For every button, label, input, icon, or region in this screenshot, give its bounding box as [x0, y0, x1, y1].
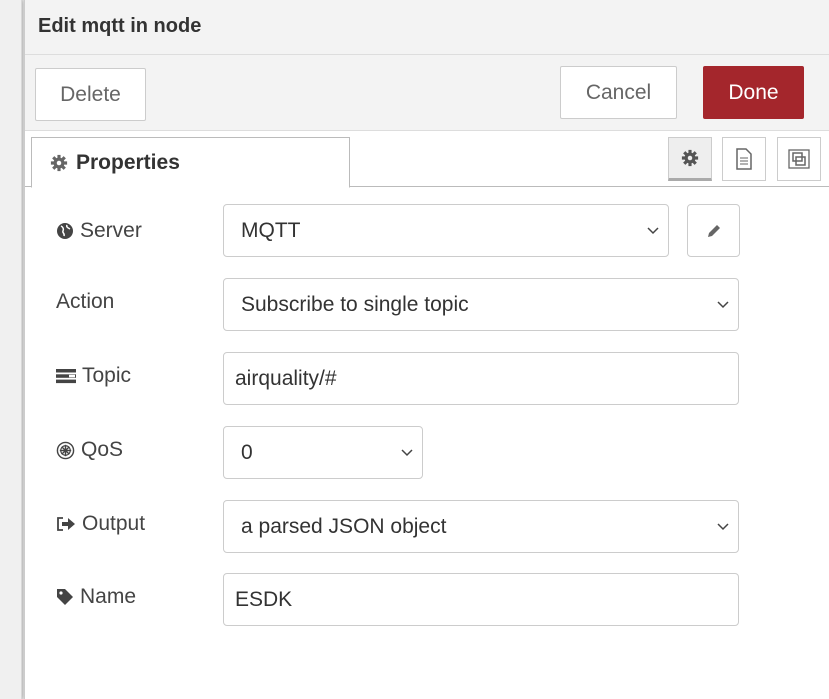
input-value: airquality/#: [235, 366, 337, 390]
qos-select[interactable]: 0: [223, 426, 423, 479]
action-label: Action: [56, 290, 114, 314]
appearance-tab-button[interactable]: [777, 137, 821, 181]
server-label: Server: [56, 219, 142, 243]
tab-label: Properties: [76, 150, 180, 174]
edit-dialog: Edit mqtt in node Delete Cancel Done Pro…: [24, 0, 829, 699]
object-group-icon: [788, 149, 810, 169]
gear-icon: [681, 149, 699, 167]
topic-label: Topic: [56, 364, 131, 388]
tasks-icon: [56, 369, 76, 384]
file-text-icon: [736, 148, 752, 170]
chevron-down-icon: [401, 449, 413, 457]
select-value: Subscribe to single topic: [241, 292, 469, 316]
tab-bar: Properties: [25, 131, 829, 188]
label-text: Server: [80, 219, 142, 242]
tag-icon: [57, 589, 73, 605]
dialog-header: Edit mqtt in node: [25, 0, 829, 55]
gear-icon: [50, 154, 68, 171]
sign-out-icon: [57, 517, 75, 531]
output-select[interactable]: a parsed JSON object: [223, 500, 739, 553]
button-tray: Delete Cancel Done: [25, 55, 829, 131]
label-text: Name: [80, 585, 137, 608]
chevron-down-icon: [647, 227, 659, 235]
globe-icon: [57, 223, 73, 239]
input-value: ESDK: [235, 587, 293, 611]
label-text: Output: [82, 512, 146, 535]
chevron-down-icon: [717, 301, 729, 309]
cancel-button[interactable]: Cancel: [560, 66, 677, 119]
label-text: Topic: [82, 364, 132, 387]
name-input[interactable]: ESDK: [223, 573, 739, 626]
name-label: Name: [56, 585, 136, 609]
done-button[interactable]: Done: [703, 66, 804, 119]
edit-server-button[interactable]: [687, 204, 740, 257]
chevron-down-icon: [717, 523, 729, 531]
select-value: 0: [241, 440, 253, 464]
label-text: Action: [56, 290, 115, 313]
empire-icon: [56, 441, 75, 459]
action-select[interactable]: Subscribe to single topic: [223, 278, 739, 331]
delete-button[interactable]: Delete: [35, 68, 146, 121]
server-select[interactable]: MQTT: [223, 204, 669, 257]
workspace-edge: [0, 0, 22, 699]
output-label: Output: [56, 512, 145, 536]
dialog-title: Edit mqtt in node: [38, 15, 202, 37]
select-value: MQTT: [241, 218, 301, 242]
description-tab-button[interactable]: [722, 137, 766, 181]
pencil-icon: [707, 224, 720, 237]
label-text: QoS: [81, 438, 124, 461]
properties-tab-button[interactable]: [668, 137, 712, 181]
topic-input[interactable]: airquality/#: [223, 352, 739, 405]
qos-label: QoS: [56, 438, 123, 462]
select-value: a parsed JSON object: [241, 514, 447, 538]
tab-properties[interactable]: Properties: [31, 137, 350, 188]
